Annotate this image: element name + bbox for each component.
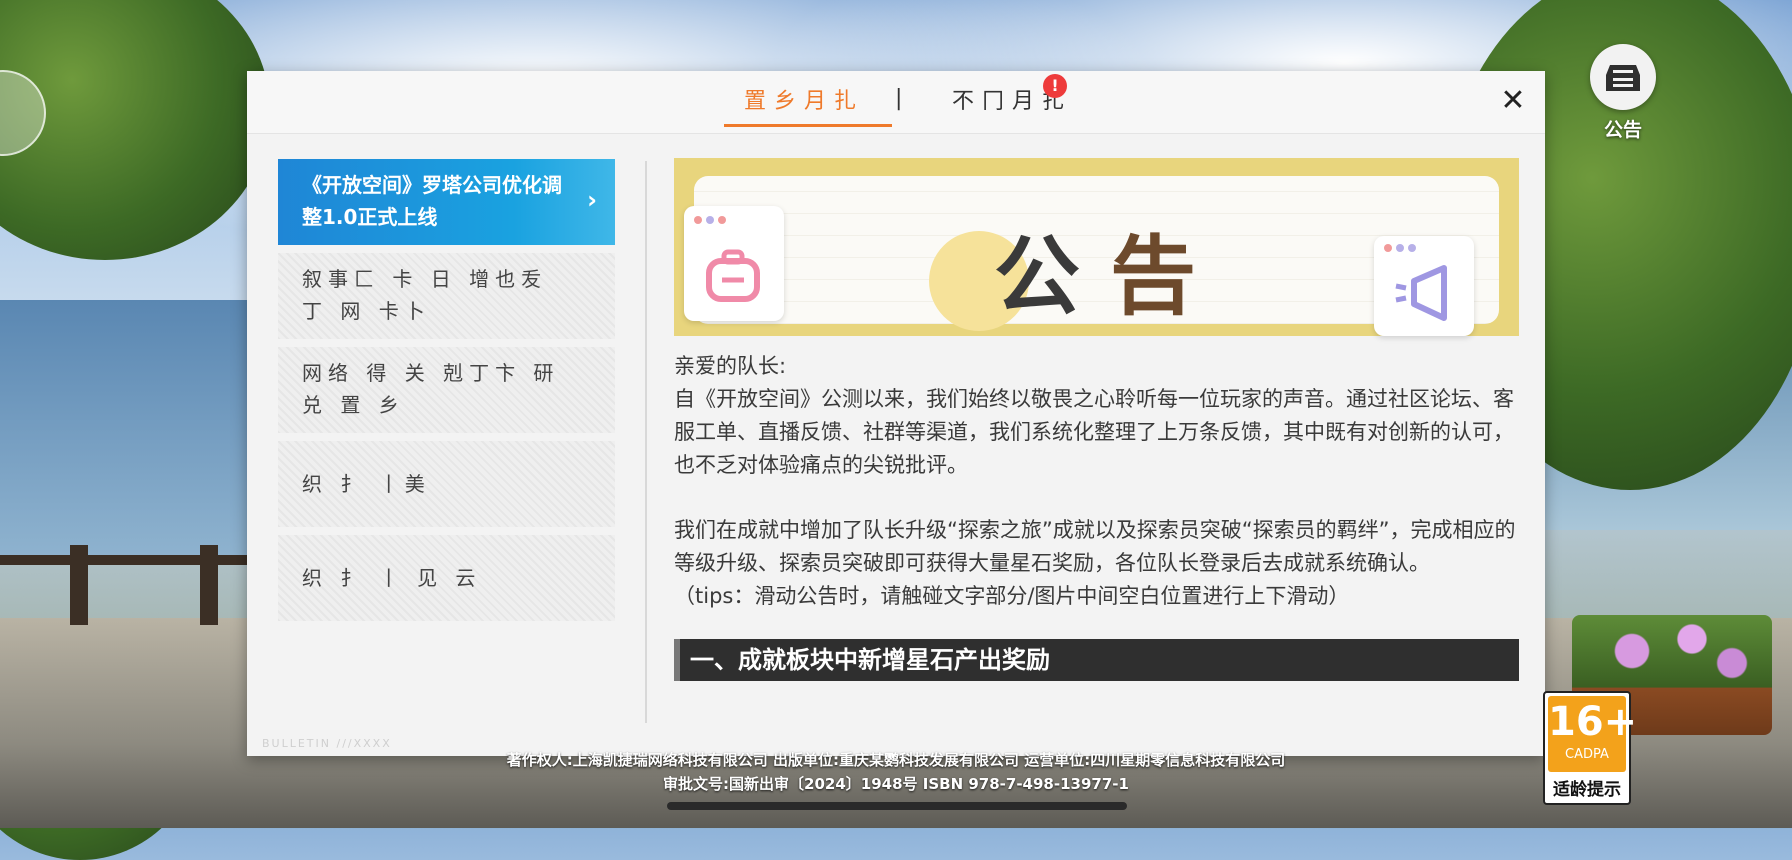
tab-underline: [724, 124, 892, 127]
list-item[interactable]: 《开放空间》罗塔公司优化调整1.0正式上线 ›: [278, 159, 615, 245]
tab-bar: 置乡月扎 | 不冂月扎 ! ✕: [247, 71, 1545, 134]
list-item-label: 叙事匚 卡 日 增也叐 丁 网 卡卜: [302, 267, 548, 323]
article-greeting: 亲爱的队长:: [674, 354, 787, 378]
tab-active[interactable]: 置乡月扎: [724, 83, 884, 119]
age-rating-number: 16+: [1548, 699, 1638, 745]
footer-line: 审批文号:国新出审〔2024〕1948号 ISBN 978-7-498-1397…: [663, 775, 1129, 793]
banner-title: 公告: [994, 206, 1226, 331]
column-divider: [645, 161, 647, 723]
article-tips: （tips：滑动公告时，请触碰文字部分/图片中间空白位置进行上下滑动）: [674, 584, 1350, 608]
article-paragraph: 我们在成就中增加了队长升级“探索之旅”成就以及探索员突破“探索员的羁绊”，完成相…: [674, 518, 1516, 575]
chevron-right-icon: ›: [587, 186, 597, 214]
railing-post: [70, 545, 88, 625]
banner-panel: 公告: [684, 176, 1499, 336]
notification-badge: !: [1043, 74, 1067, 98]
age-rating-label: 适龄提示: [1553, 780, 1621, 800]
banner-title-char: 告: [1110, 227, 1226, 327]
scrollbar[interactable]: [667, 802, 1127, 810]
section-heading: 一、成就板块中新增星石产出奖励: [674, 639, 1519, 681]
footer-line: 著作权人:上海凯捷瑞网络科技有限公司 出版单位:重庆某鹦科技发展有限公司 运营单…: [506, 751, 1286, 769]
list-item[interactable]: 叙事匚 卡 日 增也叐 丁 网 卡卜: [278, 253, 615, 339]
list-item-label: 织 扌 丨 见 云: [302, 566, 482, 590]
megaphone-icon: [1384, 244, 1447, 321]
age-rating-org: CADPA: [1565, 747, 1609, 762]
age-rating-badge: 16+ CADPA 适龄提示: [1543, 691, 1638, 805]
tab-separator: |: [895, 86, 903, 111]
announcement-banner: 公告: [674, 158, 1519, 336]
list-item[interactable]: 网络 得 关 剋丁卞 研 兑 置 乡: [278, 347, 615, 433]
banner-window-left: [684, 206, 784, 321]
article-paragraph: 自《开放空间》公测以来，我们始终以敬畏之心聆听每一位玩家的声音。通过社区论坛、客…: [674, 387, 1514, 477]
railing-post: [200, 545, 218, 625]
article-content[interactable]: 公告 亲爱的队长: 自《开放空间》公测以来，我们始终以敬畏之心聆听每一位玩家的声…: [674, 158, 1519, 748]
list-item[interactable]: 织 扌 丨美: [278, 441, 615, 527]
list-item-label: 《开放空间》罗塔公司优化调整1.0正式上线: [302, 173, 562, 229]
legal-footer: 著作权人:上海凯捷瑞网络科技有限公司 出版单位:重庆某鹦科技发展有限公司 运营单…: [0, 748, 1792, 796]
sea-left: [0, 300, 260, 560]
list-item[interactable]: 织 扌 丨 见 云: [278, 535, 615, 621]
list-item-label: 织 扌 丨美: [302, 472, 431, 496]
list-item-label: 网络 得 关 剋丁卞 研 兑 置 乡: [302, 361, 560, 417]
announcement-label: 公告: [1603, 119, 1642, 141]
announcement-button[interactable]: [1590, 44, 1656, 110]
bulletin-box-icon: [1606, 65, 1640, 91]
announcement-modal: 置乡月扎 | 不冂月扎 ! ✕ 《开放空间》罗塔公司优化调整1.0正式上线 › …: [247, 71, 1545, 756]
age-rating-panel: 16+ CADPA: [1548, 696, 1638, 772]
banner-title-char: 公: [994, 227, 1110, 327]
close-icon[interactable]: ✕: [1498, 86, 1528, 116]
announcement-list: 《开放空间》罗塔公司优化调整1.0正式上线 › 叙事匚 卡 日 增也叐 丁 网 …: [278, 159, 615, 629]
banner-window-right: [1374, 236, 1474, 336]
bag-icon: [694, 216, 760, 302]
